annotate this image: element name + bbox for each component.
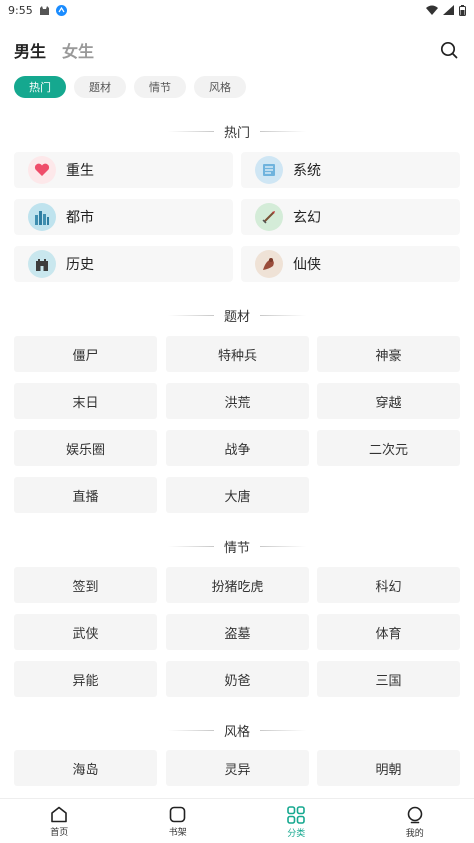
- cat-notification-icon: [39, 5, 49, 15]
- hot-item-rebirth[interactable]: 重生: [14, 152, 233, 188]
- tag-style[interactable]: 灵异: [166, 750, 309, 786]
- hot-item-xianxia[interactable]: 仙侠: [241, 246, 460, 282]
- tag-theme[interactable]: 特种兵: [166, 336, 309, 372]
- tag-style[interactable]: 明朝: [317, 750, 460, 786]
- tag-plot[interactable]: 奶爸: [166, 661, 309, 697]
- section-title-style: 风格: [0, 721, 474, 740]
- tab-home[interactable]: 首页: [0, 799, 119, 843]
- tag-plot[interactable]: 扮猪吃虎: [166, 567, 309, 603]
- chip-plot[interactable]: 情节: [134, 76, 186, 98]
- category-grid-icon: [287, 806, 306, 824]
- tab-male[interactable]: 男生: [14, 38, 46, 62]
- section-title-plot: 情节: [0, 537, 474, 556]
- tag-theme[interactable]: 直播: [14, 477, 157, 513]
- wifi-icon: [426, 5, 438, 15]
- chip-style[interactable]: 风格: [194, 76, 246, 98]
- tag-theme[interactable]: 娱乐圈: [14, 430, 157, 466]
- signal-icon: [443, 5, 454, 15]
- chip-theme[interactable]: 题材: [74, 76, 126, 98]
- hot-item-fantasy[interactable]: 玄幻: [241, 199, 460, 235]
- tag-plot[interactable]: 武侠: [14, 614, 157, 650]
- tag-plot[interactable]: 异能: [14, 661, 157, 697]
- castle-icon: [28, 250, 56, 278]
- tag-theme[interactable]: 二次元: [317, 430, 460, 466]
- tab-category[interactable]: 分类: [237, 799, 356, 843]
- bottom-tab-bar: 首页 书架 分类 我的: [0, 798, 474, 843]
- section-title-theme: 题材: [0, 306, 474, 325]
- heart-icon: [28, 156, 56, 184]
- tag-theme[interactable]: 大唐: [166, 477, 309, 513]
- hot-item-system[interactable]: 系统: [241, 152, 460, 188]
- status-bar: 9:55: [0, 0, 474, 20]
- category-chips: 热门 题材 情节 风格: [14, 76, 246, 98]
- hot-item-city[interactable]: 都市: [14, 199, 233, 235]
- tag-plot[interactable]: 三国: [317, 661, 460, 697]
- tag-plot[interactable]: 体育: [317, 614, 460, 650]
- bookshelf-icon: [169, 806, 186, 823]
- profile-icon: [407, 806, 423, 824]
- tab-profile[interactable]: 我的: [356, 799, 474, 843]
- tag-theme[interactable]: 僵尸: [14, 336, 157, 372]
- tag-theme[interactable]: 洪荒: [166, 383, 309, 419]
- search-icon[interactable]: [440, 41, 458, 59]
- battery-icon: [459, 4, 466, 16]
- tag-style[interactable]: 海岛: [14, 750, 157, 786]
- system-scroll-icon: [255, 156, 283, 184]
- tag-theme[interactable]: 战争: [166, 430, 309, 466]
- status-time: 9:55: [8, 3, 33, 17]
- chip-hot[interactable]: 热门: [14, 76, 66, 98]
- tag-plot[interactable]: 科幻: [317, 567, 460, 603]
- hot-item-history[interactable]: 历史: [14, 246, 233, 282]
- tag-plot[interactable]: 签到: [14, 567, 157, 603]
- tag-theme[interactable]: 穿越: [317, 383, 460, 419]
- tag-theme[interactable]: 神豪: [317, 336, 460, 372]
- home-icon: [51, 806, 68, 823]
- tab-bookshelf[interactable]: 书架: [119, 799, 238, 843]
- tag-plot[interactable]: 盗墓: [166, 614, 309, 650]
- immortal-figure-icon: [255, 250, 283, 278]
- city-skyline-icon: [28, 203, 56, 231]
- gender-tabs: 男生 女生: [14, 38, 94, 62]
- tag-theme[interactable]: 末日: [14, 383, 157, 419]
- app-notification-icon: [55, 4, 67, 16]
- sword-icon: [255, 203, 283, 231]
- section-title-hot: 热门: [0, 122, 474, 141]
- tab-female[interactable]: 女生: [62, 38, 94, 62]
